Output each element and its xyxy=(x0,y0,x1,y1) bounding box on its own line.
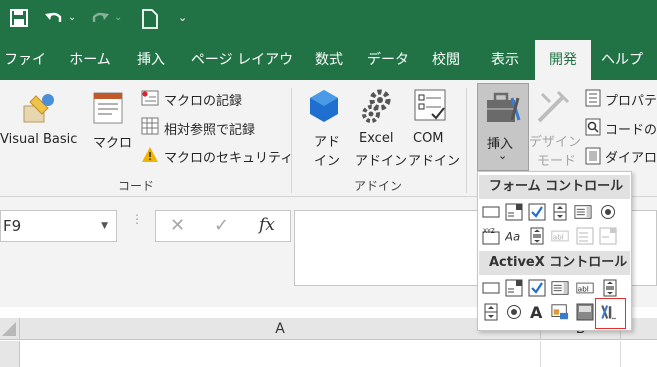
macro-button[interactable]: マクロ xyxy=(93,132,132,151)
properties-button[interactable]: プロパティ xyxy=(605,90,657,109)
combo-box-icon[interactable] xyxy=(505,203,523,221)
option-button-icon[interactable] xyxy=(599,203,617,221)
activex-combo-box-icon[interactable] xyxy=(505,279,523,297)
addin-button-line2[interactable]: イン xyxy=(314,150,340,169)
scroll-bar-icon[interactable] xyxy=(528,227,546,245)
tab-insert[interactable]: 挿入 xyxy=(126,40,176,80)
select-all-corner[interactable] xyxy=(0,318,20,340)
design-mode-button-line1: デザイン xyxy=(529,135,582,150)
gridline xyxy=(540,341,541,367)
insert-function-button[interactable]: fx xyxy=(259,215,275,235)
insert-control-button[interactable]: 挿入 ⌄ xyxy=(477,83,529,171)
tab-home[interactable]: ホーム xyxy=(60,40,120,80)
tab-review[interactable]: 校閲 xyxy=(422,40,470,80)
label-icon[interactable]: Aa xyxy=(505,227,523,245)
column-header-a[interactable]: A xyxy=(20,318,541,340)
title-bar: ⌄ ⌄ ⌄ xyxy=(0,0,657,40)
name-box[interactable]: F9 ▼ xyxy=(0,210,117,242)
toolbox-icon xyxy=(485,90,523,130)
activex-label-icon[interactable]: A xyxy=(528,303,546,321)
view-code-icon xyxy=(585,118,601,140)
group-box-icon[interactable]: XYZ xyxy=(482,227,500,245)
com-addin-button-line1[interactable]: COM xyxy=(413,131,444,146)
text-field-icon: abl xyxy=(551,227,569,245)
tab-page-layout[interactable]: ページ レイアウト xyxy=(184,40,300,108)
svg-text:Aa: Aa xyxy=(505,230,520,244)
gridline xyxy=(620,341,621,367)
row-header[interactable] xyxy=(0,341,20,367)
excel-addin-gear-icon xyxy=(360,88,396,128)
spin-button-icon[interactable] xyxy=(551,203,569,221)
record-macro-icon xyxy=(141,89,159,111)
record-macro-button[interactable]: マクロの記録 xyxy=(164,90,242,109)
tab-help[interactable]: ヘルプ xyxy=(596,40,648,80)
group-separator xyxy=(466,88,467,193)
form-controls-heading: フォーム コントロール xyxy=(479,175,630,199)
more-controls-highlight xyxy=(595,298,626,329)
visual-basic-icon xyxy=(22,90,58,130)
name-box-value: F9 xyxy=(3,217,22,235)
dialog-button[interactable]: ダイアログ xyxy=(605,147,657,166)
tab-file[interactable]: ファイル xyxy=(0,40,50,108)
worksheet-grid[interactable] xyxy=(0,341,657,367)
formula-controls: ✕ ✓ fx xyxy=(155,210,291,242)
group-label-addins: アドイン xyxy=(354,179,403,193)
ribbon-tabs: ファイル ホーム 挿入 ページ レイアウト 数式 データ 校閲 表示 開発 ヘル… xyxy=(0,40,657,108)
macro-icon xyxy=(92,90,126,130)
activex-image-icon[interactable] xyxy=(551,303,569,321)
activex-command-button-icon[interactable] xyxy=(482,279,500,297)
cancel-icon: ✕ xyxy=(170,215,186,236)
warning-icon xyxy=(141,146,159,167)
button-control-icon[interactable] xyxy=(482,203,500,221)
activex-scroll-bar-icon[interactable] xyxy=(601,279,619,297)
design-mode-button-line2: モード xyxy=(537,154,577,169)
dialog-icon xyxy=(585,147,601,169)
undo-icon[interactable] xyxy=(44,9,64,31)
com-addin-icon xyxy=(412,88,448,128)
undo-dropdown-icon[interactable]: ⌄ xyxy=(68,12,76,23)
relative-reference-icon xyxy=(141,117,159,139)
excel-addin-button-line1[interactable]: Excel xyxy=(359,131,393,146)
excel-addin-button-line2[interactable]: アドイン xyxy=(355,150,407,169)
activex-list-box-icon[interactable] xyxy=(551,279,569,297)
enter-icon: ✓ xyxy=(214,215,230,236)
activex-spin-button-icon[interactable] xyxy=(482,303,500,321)
name-box-dropdown-icon[interactable]: ▼ xyxy=(101,211,108,241)
list-box-icon[interactable] xyxy=(574,203,592,221)
save-icon[interactable] xyxy=(10,9,28,31)
tab-developer[interactable]: 開発 xyxy=(535,40,591,80)
view-code-button[interactable]: コードの表 xyxy=(605,119,657,138)
drag-handle-icon[interactable]: ⋮ xyxy=(131,213,143,225)
tab-data[interactable]: データ xyxy=(360,40,416,80)
combo-list-edit-icon xyxy=(576,227,594,245)
checkbox-icon[interactable] xyxy=(528,203,546,221)
tab-formulas[interactable]: 数式 xyxy=(306,40,352,80)
activex-option-button-icon[interactable] xyxy=(505,303,523,321)
activex-toggle-button-icon[interactable] xyxy=(576,303,594,321)
activex-checkbox-icon[interactable] xyxy=(528,279,546,297)
redo-icon xyxy=(90,9,110,31)
chevron-down-icon: ⌄ xyxy=(498,149,508,162)
relative-reference-button[interactable]: 相対参照で記録 xyxy=(164,119,255,138)
group-separator xyxy=(291,88,292,193)
macro-security-button[interactable]: マクロのセキュリティ xyxy=(164,147,293,166)
properties-icon xyxy=(585,89,601,111)
addin-icon xyxy=(306,88,342,128)
svg-text:abl: abl xyxy=(553,232,564,241)
visual-basic-button[interactable]: Visual Basic xyxy=(0,132,77,147)
new-file-icon[interactable] xyxy=(142,9,158,33)
com-addin-button-line2[interactable]: アドイン xyxy=(408,150,460,169)
design-mode-icon xyxy=(536,88,572,128)
redo-dropdown-icon: ⌄ xyxy=(114,12,123,23)
svg-text:abl: abl xyxy=(578,284,589,293)
tab-view[interactable]: 表示 xyxy=(480,40,530,80)
addin-button-line1[interactable]: アド xyxy=(314,131,340,150)
svg-text:XYZ: XYZ xyxy=(483,228,495,235)
activex-controls-heading: ActiveX コントロール xyxy=(479,251,630,275)
combo-dropdown-edit-icon xyxy=(599,227,617,245)
customize-icon[interactable]: ⌄ xyxy=(178,11,187,24)
activex-text-box-icon[interactable]: abl xyxy=(576,279,594,297)
svg-text:A: A xyxy=(530,303,543,321)
group-label-code: コード xyxy=(118,179,155,193)
